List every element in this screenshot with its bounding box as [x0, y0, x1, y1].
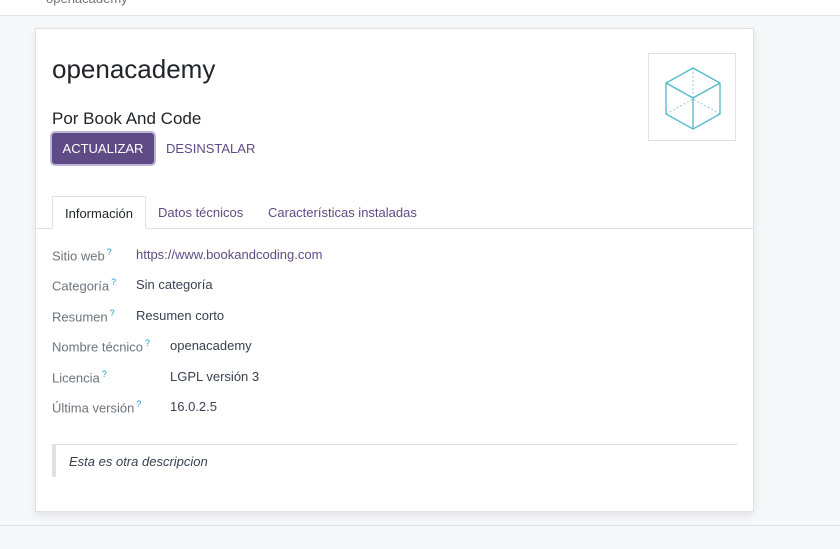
breadcrumb-bar: openacademy [0, 0, 840, 16]
tab-caracteristicas-instaladas[interactable]: Características instaladas [256, 196, 429, 229]
module-form-sheet: openacademy Por Book And Code ACTUALIZAR… [35, 28, 754, 512]
divider [0, 525, 840, 526]
help-icon[interactable]: ? [110, 308, 115, 318]
tab-informacion[interactable]: Información [52, 196, 146, 229]
module-image [648, 53, 736, 141]
help-icon[interactable]: ? [107, 247, 112, 257]
field-label: Última versión? [52, 399, 142, 416]
uninstall-button[interactable]: DESINSTALAR [160, 133, 261, 164]
latest-version-value: 16.0.2.5 [170, 399, 217, 414]
field-label: Licencia? [52, 369, 107, 386]
help-icon[interactable]: ? [111, 277, 116, 287]
field-label: Sitio web? [52, 247, 112, 264]
field-label: Resumen? [52, 308, 115, 325]
module-author: Por Book And Code [52, 109, 202, 128]
module-title: openacademy [52, 54, 216, 84]
cube-icon [665, 67, 721, 130]
update-button[interactable]: ACTUALIZAR [52, 133, 154, 164]
help-icon[interactable]: ? [145, 338, 150, 348]
help-icon[interactable]: ? [102, 369, 107, 379]
notebook-tabs: Información Datos técnicos Característic… [36, 196, 753, 229]
tab-datos-tecnicos[interactable]: Datos técnicos [146, 196, 255, 229]
website-link[interactable]: https://www.bookandcoding.com [136, 247, 322, 262]
license-value: LGPL versión 3 [170, 369, 260, 384]
technical-name-value: openacademy [170, 338, 252, 353]
summary-value: Resumen corto [136, 308, 225, 323]
field-label: Categoría? [52, 277, 117, 294]
field-label: Nombre técnico? [52, 338, 151, 355]
help-icon[interactable]: ? [136, 399, 141, 409]
category-value: Sin categoría [136, 277, 213, 292]
breadcrumb[interactable]: openacademy [46, 0, 128, 6]
description-text: Esta es otra descripcion [69, 454, 208, 469]
module-description: Esta es otra descripcion [52, 445, 738, 477]
